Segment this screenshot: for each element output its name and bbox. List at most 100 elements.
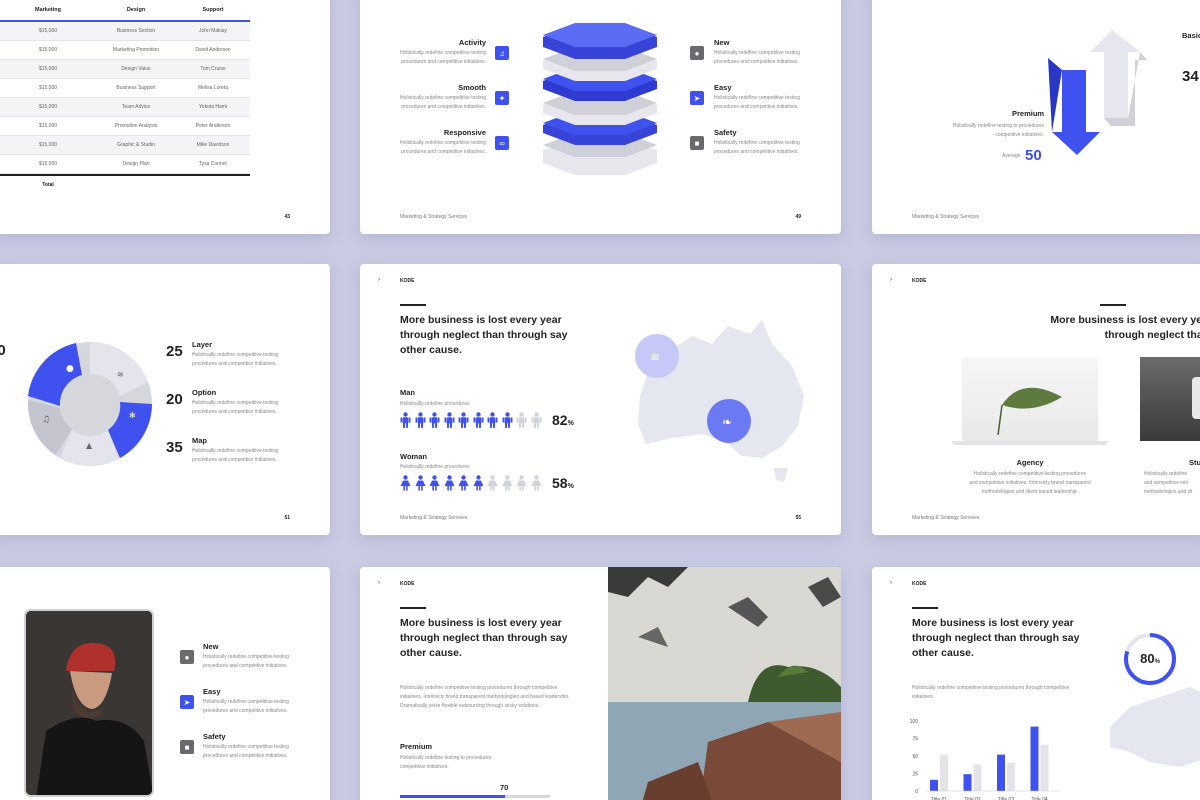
feature-title: New [203, 642, 219, 651]
table-cell: Business Section [116, 28, 156, 34]
item-desc: Holistically redefine competitive testin… [192, 400, 278, 415]
feature-title: Responsive [443, 128, 486, 137]
layers-icon: ≋ [117, 370, 124, 379]
man-icon [429, 412, 440, 428]
table-row: $15,000 Promotion Analysis Peter Anderson [0, 117, 250, 136]
woman-label: Woman [400, 452, 427, 461]
slide-layers[interactable]: Activity Holistically redefine competitiv… [360, 0, 841, 234]
headline-line: More business is lost every year [912, 617, 1074, 629]
table-header: Marketing Design Support [0, 0, 250, 22]
pct-sign: % [1154, 659, 1160, 665]
card-desc-line: and competitive initi [1144, 480, 1188, 486]
premium-desc: Holistically redefine testing to procedu… [952, 123, 1044, 138]
lock-icon: ■ [180, 740, 194, 754]
headline-line: through neglect than through say [912, 632, 1080, 644]
table-row: $15,000 Business Support Melisa Loreta [0, 79, 250, 98]
slide-chart[interactable]: › KODE More business is lost every year … [872, 567, 1200, 800]
wall-photo [608, 567, 841, 702]
card-desc-line: Holistically redefine competitive testin… [973, 471, 1087, 477]
australia-map: ≋ ❧ [635, 320, 804, 482]
bar [973, 764, 982, 791]
footer-text: Marketing & Strategy Services [912, 515, 980, 521]
bar [963, 774, 972, 791]
slide-portrait[interactable]: ● New Holistically redefine competitive te… [0, 567, 330, 800]
table-row: $15,000 Graphic & Studio Mike Davidson [0, 136, 250, 155]
premium-desc: Holistically redefine testing to procedu… [400, 754, 491, 772]
y-tick-label: 25 [912, 772, 918, 778]
link-icon: ∞ [495, 136, 509, 150]
man-icon [531, 412, 541, 428]
table-cell: $15,000 [38, 123, 58, 129]
man-icon [458, 412, 469, 428]
body-line: initiatives. [912, 694, 934, 700]
page-number: 43 [284, 214, 290, 220]
music-icon: ♫ [42, 415, 50, 425]
man-pct-value: 82 [552, 412, 568, 428]
woman-icon [487, 475, 498, 491]
basic-label: Basic [1182, 31, 1200, 40]
left-number: 40 [0, 342, 6, 359]
item-number: 20 [166, 391, 183, 408]
brand-label: KODE [400, 278, 415, 284]
man-desc: Holistically redefine procedures [400, 401, 470, 407]
item-title: Layer [192, 340, 213, 349]
table-cell: Yokota Hami [198, 104, 228, 110]
nav-arrow-icon: › [378, 277, 380, 283]
footer-text: Marketing & Strategy Services [400, 515, 468, 521]
photo-image [1140, 357, 1200, 441]
bar [997, 754, 1005, 791]
up-down-arrows-graphic [1048, 30, 1147, 155]
slide-arrows[interactable]: Basic 34 Premium Holistically redefine t… [872, 0, 1200, 234]
col-header: Support [202, 7, 224, 13]
slide-images[interactable]: › KODE More business is lost every year … [360, 567, 841, 800]
bar [940, 754, 948, 791]
layers-icon: ≋ [650, 350, 660, 364]
table-cell: Tysa Conner [198, 161, 228, 167]
slide-table[interactable]: Marketing Design Support $15,000 Business… [0, 0, 330, 234]
headline-line: More business is lost every year [400, 314, 562, 326]
man-icon [415, 412, 425, 428]
table-cell: $15,000 [38, 161, 58, 167]
table-row: $15,000 Design Plan Tysa Conner [0, 155, 250, 174]
feature-title: Easy [714, 83, 732, 92]
table-cell: Design Plan [122, 161, 150, 167]
col-header: Design [126, 7, 146, 13]
table-cell: Business Support [116, 85, 156, 91]
card-desc-line: and competitive initiatives. Intrinsicly… [969, 480, 1091, 486]
feature-desc: Holistically redefine competitive testin… [203, 699, 289, 714]
card-title: Agency [1016, 458, 1044, 467]
feature-desc: Holistically redefine competitive testin… [714, 140, 800, 155]
donut-value: 80 [1140, 651, 1155, 666]
feature-desc: Holistically redefine competitive testin… [203, 744, 289, 759]
pct-sign: % [567, 483, 574, 490]
slide-cycle[interactable]: 40 ● ≋ ✻ ▲ ♫ 25 Layer Holistically redefin… [0, 264, 330, 535]
woman-icon [458, 475, 469, 491]
card-title: Stu [1189, 458, 1200, 467]
table-row: $15,000 Design Value Tom Cruise [0, 60, 250, 79]
headline-line: More business is lost every year [400, 617, 562, 629]
headline: More business is lost every year through… [912, 616, 1112, 661]
feature-title: Smooth [458, 83, 486, 92]
man-percent: 82% [552, 412, 574, 428]
body-text: Holistically redefine competitive testin… [912, 684, 1112, 702]
table-row: $15,000 Business Section John Makiay [0, 22, 250, 41]
headline: More business is lost every year through… [400, 616, 600, 661]
table-total-row: Total [0, 174, 250, 194]
footer-text: Marketing & Strategy Services [912, 214, 980, 220]
man-icon [487, 412, 498, 428]
pricing-table: Marketing Design Support $15,000 Business… [0, 0, 250, 194]
woman-icon [502, 475, 512, 491]
page-number: 55 [795, 515, 801, 521]
slide-people[interactable]: › KODE More business is lost every year … [360, 264, 841, 535]
table-cell: $15,000 [38, 142, 58, 148]
y-tick-label: 50 [912, 754, 918, 760]
bar [1030, 726, 1039, 791]
bar [1040, 744, 1049, 791]
slide-cards[interactable]: › KODE More business is lost every year … [872, 264, 1200, 535]
woman-icon [444, 475, 454, 491]
table-cell: $15,000 [38, 66, 58, 72]
feature-desc: Holistically redefine competitive testin… [203, 654, 289, 669]
title-rule [1100, 304, 1126, 306]
feature-desc: Holistically redefine competitive testin… [400, 50, 486, 65]
magic-icon: ✦ [495, 91, 509, 105]
